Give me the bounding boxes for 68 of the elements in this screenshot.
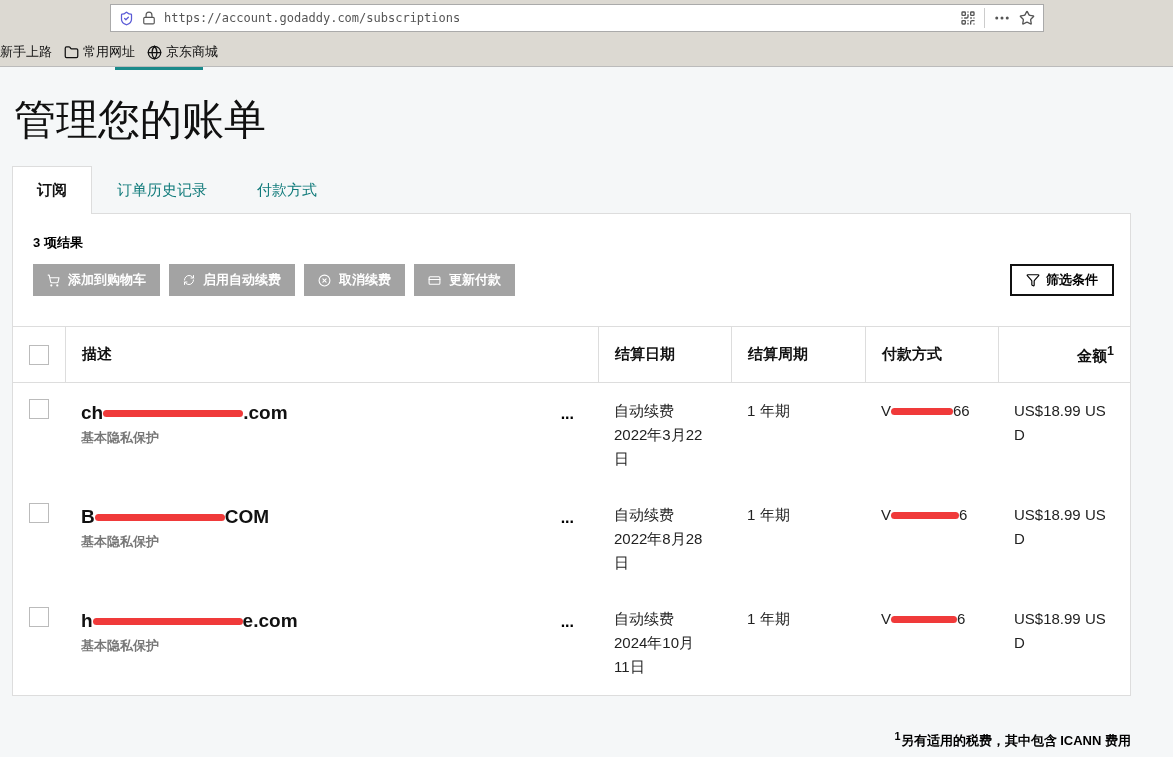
payment-method: 66 bbox=[953, 401, 970, 421]
product-name: 基本隐私保护 bbox=[81, 637, 160, 655]
billing-date: 日 bbox=[614, 553, 630, 573]
lock-icon bbox=[142, 11, 156, 25]
row-checkbox[interactable] bbox=[29, 399, 49, 419]
billing-period: 1 年期 bbox=[747, 610, 790, 627]
billing-date: 日 bbox=[614, 449, 630, 469]
domain-name: B bbox=[81, 506, 95, 528]
filter-icon bbox=[1026, 273, 1040, 287]
redaction-mark bbox=[891, 511, 959, 519]
address-bar[interactable]: https://account.godaddy.com/subscriptions bbox=[110, 4, 1044, 32]
amount: US$18.99 USD bbox=[1014, 506, 1106, 547]
domain-name: ch bbox=[81, 402, 104, 424]
billing-date: 11日 bbox=[614, 657, 646, 677]
billing-date: 2024年10月 bbox=[614, 633, 696, 653]
row-checkbox[interactable] bbox=[29, 503, 49, 523]
filter-button[interactable]: 筛选条件 bbox=[1010, 264, 1114, 296]
result-count: 3 项结果 bbox=[33, 234, 84, 252]
redaction-mark bbox=[891, 407, 953, 415]
column-header: 结算日期 bbox=[615, 345, 675, 364]
cart-icon bbox=[47, 273, 60, 287]
tab[interactable]: 订阅 bbox=[12, 166, 92, 214]
billing-date: 自动续费 bbox=[614, 609, 675, 629]
cancel-icon bbox=[318, 273, 331, 287]
billing-period: 1 年期 bbox=[747, 402, 790, 419]
column-header: 描述 bbox=[82, 345, 112, 364]
payment-method: V bbox=[881, 609, 891, 629]
redaction-mark bbox=[891, 615, 957, 623]
bookmark-item[interactable]: 京东商城 bbox=[147, 43, 218, 61]
tab[interactable]: 订单历史记录 bbox=[92, 166, 232, 214]
shield-icon bbox=[119, 10, 134, 26]
product-name: 基本隐私保护 bbox=[81, 533, 160, 551]
more-menu[interactable]: ... bbox=[560, 613, 574, 685]
bookmark-item[interactable]: 常用网址 bbox=[64, 43, 135, 61]
column-header: 金额$^{1}$ bbox=[1077, 343, 1114, 366]
card-icon bbox=[428, 273, 441, 287]
payment-method: 6 bbox=[957, 609, 966, 629]
domain-name: h bbox=[81, 610, 93, 632]
star-icon[interactable] bbox=[1019, 10, 1035, 26]
globe-icon bbox=[147, 44, 162, 60]
more-menu[interactable]: ... bbox=[560, 405, 574, 477]
refresh-icon bbox=[183, 274, 195, 286]
payment-method: 6 bbox=[959, 505, 968, 525]
domain-name: .com bbox=[243, 402, 288, 424]
column-header: 结算周期 bbox=[748, 345, 808, 364]
select-all-checkbox[interactable] bbox=[29, 344, 49, 365]
url-text: https://account.godaddy.com/subscriptions bbox=[164, 11, 461, 25]
column-header: 付款方式 bbox=[882, 345, 942, 364]
tab[interactable]: 付款方式 bbox=[232, 166, 342, 214]
page-title: 管理您的账单 bbox=[14, 94, 267, 146]
payment-method: V bbox=[881, 401, 891, 421]
more-menu[interactable]: ... bbox=[560, 509, 574, 581]
folder-icon bbox=[64, 44, 79, 60]
row-checkbox[interactable] bbox=[29, 607, 49, 627]
bookmark-item[interactable]: 新手上路 bbox=[0, 43, 52, 61]
billing-date: 自动续费 bbox=[614, 505, 675, 525]
payment-method: V bbox=[881, 505, 891, 525]
footnote: $^{1}$另有适用的税费，其中包含 ICANN 费用 bbox=[894, 733, 1131, 749]
amount: US$18.99 USD bbox=[1014, 610, 1106, 651]
billing-period: 1 年期 bbox=[747, 506, 790, 523]
amount: US$18.99 USD bbox=[1014, 402, 1106, 443]
domain-name: COM bbox=[224, 506, 270, 528]
billing-date: 自动续费 bbox=[614, 401, 675, 421]
qr-code-icon[interactable] bbox=[960, 10, 976, 26]
domain-name: e.com bbox=[242, 610, 298, 632]
billing-date: 2022年3月22 bbox=[614, 425, 704, 445]
billing-date: 2022年8月28 bbox=[614, 529, 704, 549]
product-name: 基本隐私保护 bbox=[81, 429, 160, 447]
